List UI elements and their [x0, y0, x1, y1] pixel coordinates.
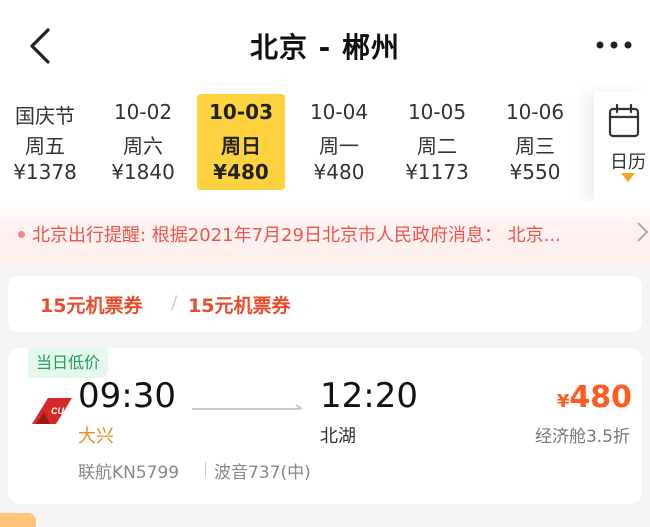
airline-logo-text: CUA [51, 406, 71, 416]
date-label: 10-04 [309, 100, 369, 124]
weekday-label: 周五 [25, 134, 65, 158]
coupon-item[interactable]: 15元机票券 [188, 291, 290, 318]
price-value: 480 [569, 380, 632, 415]
calendar-button[interactable]: 日历 [594, 92, 650, 202]
flight-arrow-icon [192, 404, 303, 410]
low-price-badge: 当日低价 [28, 348, 109, 378]
date-item-selected[interactable]: 10-03 周日 ¥480 [197, 94, 285, 190]
date-item[interactable]: 10-06 周三 ¥550 [491, 94, 579, 190]
next-card-hint [0, 513, 36, 527]
flight-price: ¥480 [557, 380, 632, 415]
travel-notice[interactable]: 北京出行提醒: 根据2021年7月29日北京市人民政府消息： 北京... [0, 202, 650, 266]
more-button[interactable] [592, 33, 636, 57]
date-label: 10-03 [209, 100, 273, 124]
date-price: ¥480 [213, 160, 269, 184]
more-dots-icon [596, 41, 632, 49]
date-label: 10-06 [505, 100, 565, 124]
date-strip: 国庆节 周五 ¥1378 10-02 周六 ¥1840 10-03 周日 ¥48… [0, 92, 650, 202]
header: 北京 - 郴州 [0, 0, 650, 92]
date-price: ¥1378 [13, 160, 77, 184]
date-item[interactable]: 10-04 周一 ¥480 [295, 94, 383, 190]
date-price: ¥550 [509, 160, 561, 184]
flight-number: 联航KN5799 [78, 463, 180, 483]
date-item[interactable]: 国庆节 周五 ¥1378 [1, 94, 89, 190]
weekday-label: 周二 [417, 134, 457, 158]
page-title: 北京 - 郴州 [249, 31, 401, 64]
weekday-label: 周日 [221, 134, 261, 158]
departure-airport: 大兴 [78, 426, 114, 447]
airline-logo: CUA [32, 398, 72, 424]
weekday-label: 周三 [515, 134, 555, 158]
flight-card[interactable]: 当日低价 CUA 09:30 大兴 12:20 北湖 ¥480 经济舱3.5折 … [8, 348, 642, 504]
coupon-separator: / [171, 292, 178, 314]
coupon-bar: 15元机票券 / 15元机票券 [8, 276, 642, 332]
date-price: ¥1173 [405, 160, 469, 184]
notice-text: 北京出行提醒: 根据2021年7月29日北京市人民政府消息： 北京... [32, 225, 561, 246]
date-label: 10-02 [113, 100, 173, 124]
coupon-item[interactable]: 15元机票券 [40, 291, 142, 318]
notice-dot-icon [18, 231, 25, 238]
weekday-label: 周六 [123, 134, 163, 158]
currency-symbol: ¥ [556, 391, 570, 412]
date-item[interactable]: 10-05 周二 ¥1173 [393, 94, 481, 190]
aircraft-type: 波音737(中) [214, 463, 311, 483]
calendar-label: 日历 [610, 152, 646, 173]
date-label: 国庆节 [15, 104, 75, 128]
date-item[interactable]: 10-02 周六 ¥1840 [99, 94, 187, 190]
cabin-class: 经济舱3.5折 [534, 427, 630, 447]
weekday-label: 周一 [319, 134, 359, 158]
departure-time: 09:30 [78, 376, 176, 416]
chevron-right-icon [637, 222, 648, 242]
divider [205, 462, 206, 478]
arrival-airport: 北湖 [320, 426, 356, 447]
arrival-time: 12:20 [320, 376, 418, 416]
date-price: ¥1840 [111, 160, 175, 184]
dropdown-triangle-icon [621, 173, 635, 182]
date-label: 10-05 [407, 100, 467, 124]
calendar-icon [608, 104, 640, 138]
date-price: ¥480 [313, 160, 365, 184]
